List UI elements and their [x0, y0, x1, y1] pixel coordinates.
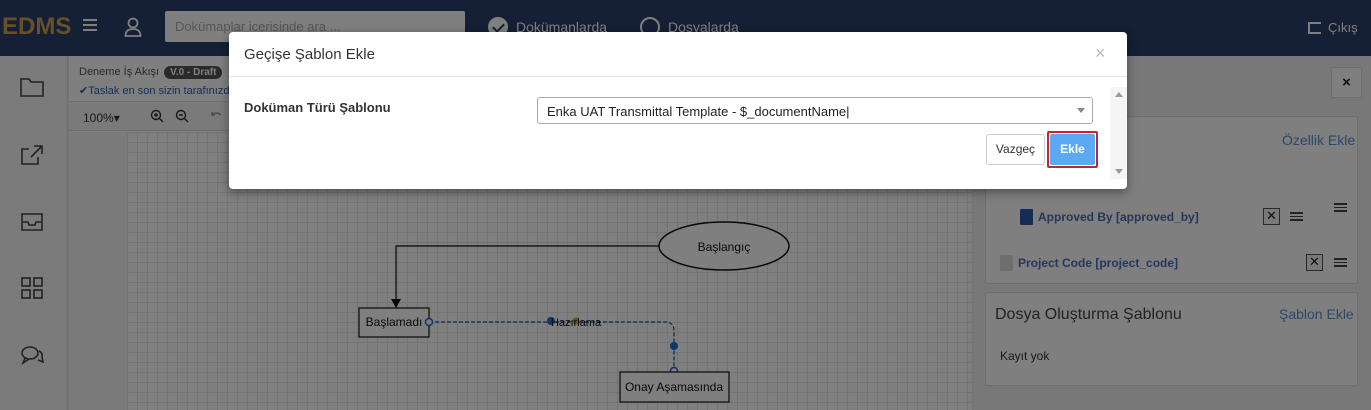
scroll-down-icon[interactable]	[1115, 169, 1123, 174]
add-button[interactable]: Ekle	[1050, 134, 1095, 165]
chevron-down-icon[interactable]	[1077, 108, 1085, 113]
document-type-template-select[interactable]: Enka UAT Transmittal Template - $_docume…	[537, 97, 1093, 124]
modal-title: Geçişe Şablon Ekle	[244, 46, 375, 63]
modal-close-icon[interactable]: ×	[1095, 43, 1106, 64]
document-type-template-label: Doküman Türü Şablonu	[244, 100, 391, 115]
scroll-up-icon[interactable]	[1115, 92, 1123, 97]
add-template-modal: Geçişe Şablon Ekle × Doküman Türü Şablon…	[229, 32, 1127, 189]
modal-header: Geçişe Şablon Ekle ×	[229, 32, 1127, 77]
cancel-button[interactable]: Vazgeç	[986, 134, 1045, 165]
modal-scrollbar[interactable]	[1110, 87, 1127, 179]
